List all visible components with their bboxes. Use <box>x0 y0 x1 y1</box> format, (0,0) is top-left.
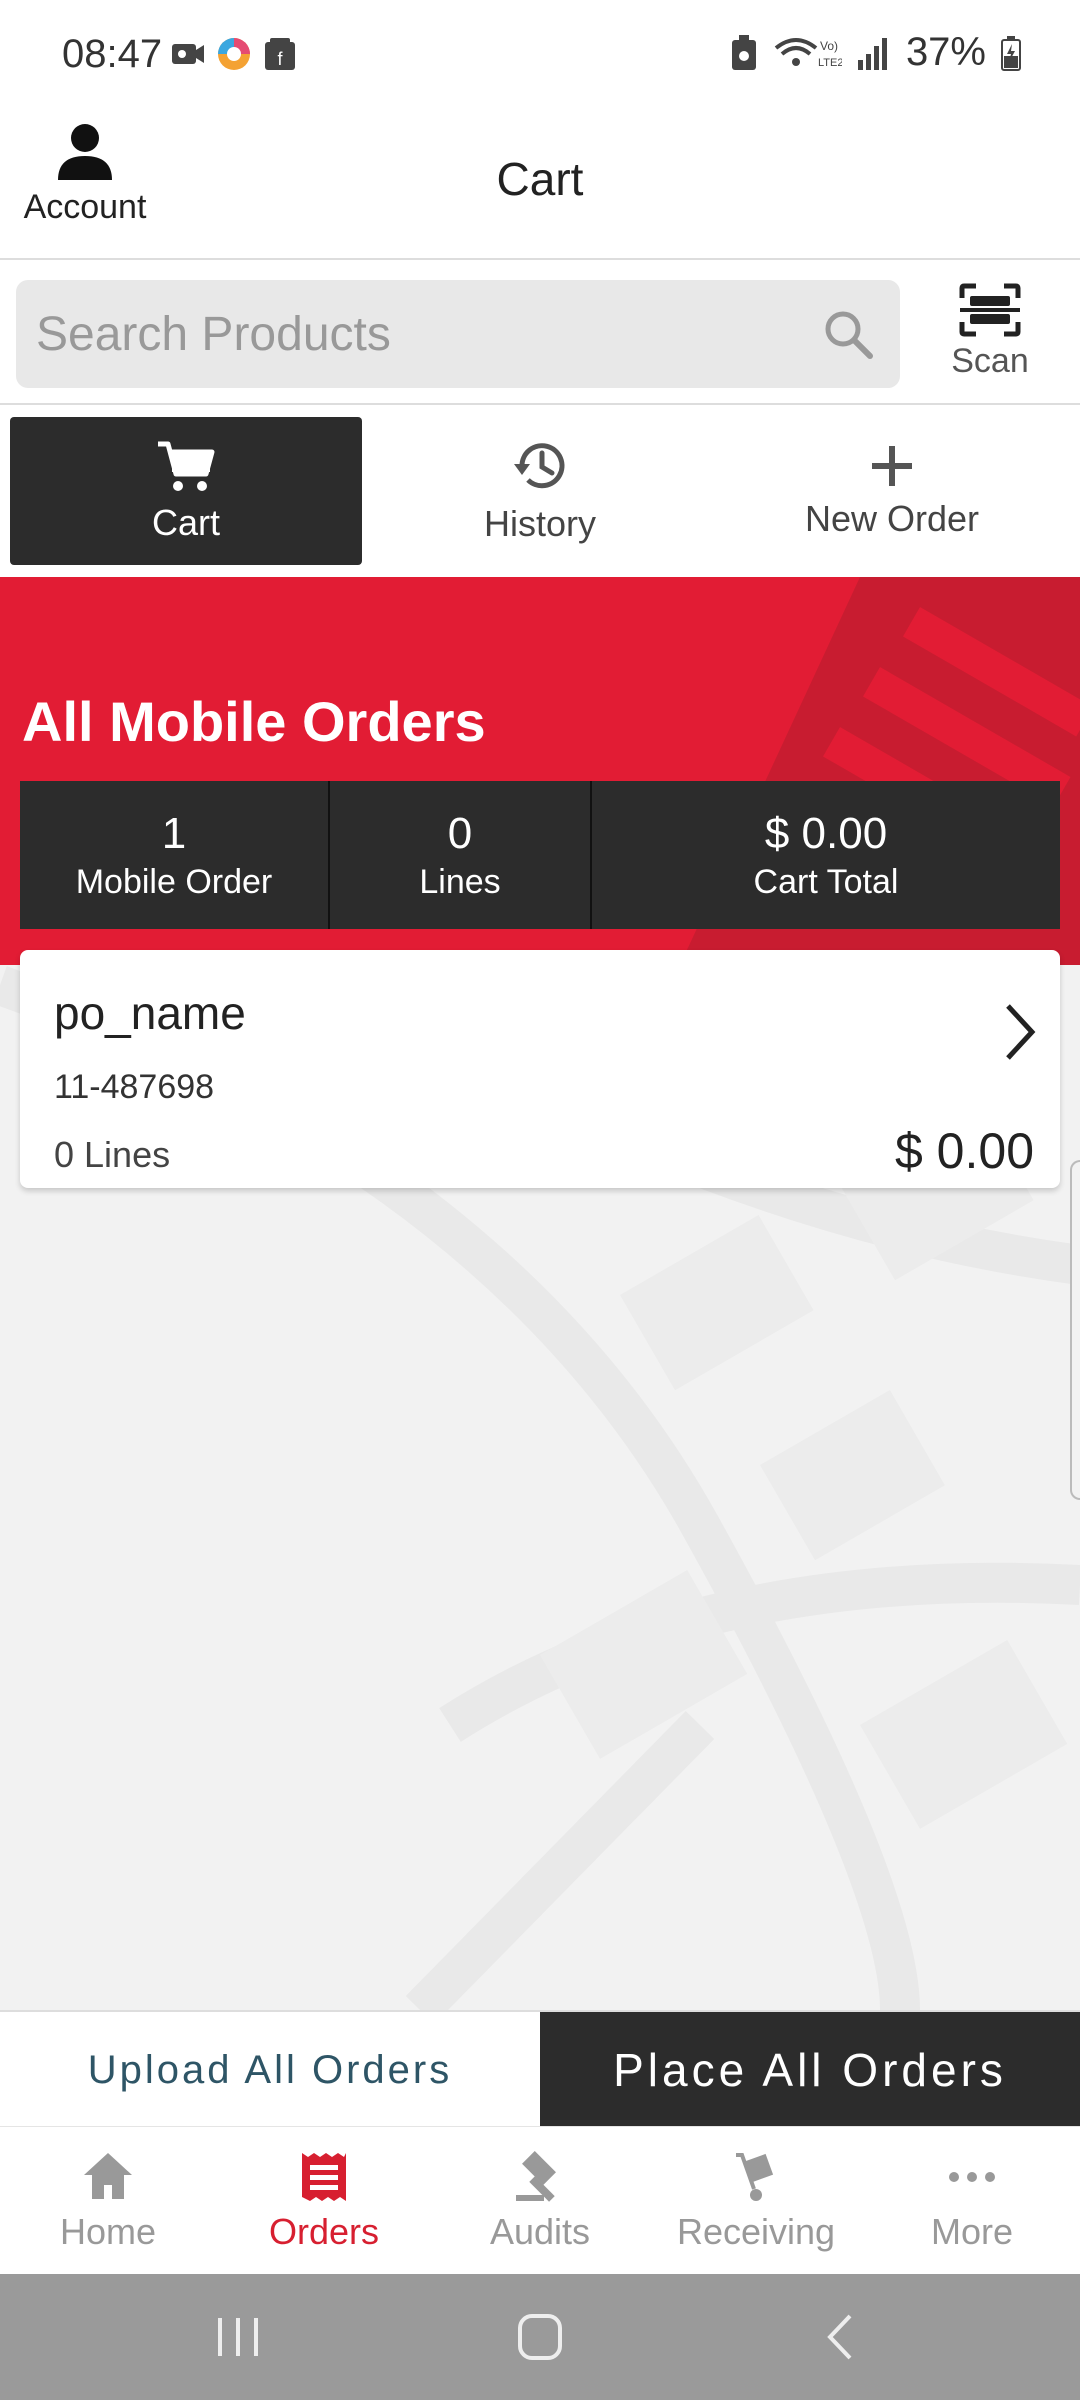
svg-text:LTE2: LTE2 <box>818 57 842 69</box>
svg-text:Vo): Vo) <box>820 39 838 53</box>
nav-receiving-label: Receiving <box>676 2211 836 2252</box>
home-icon <box>84 2153 132 2199</box>
stat-caption: Cart Total <box>753 862 899 901</box>
notification-icons: f <box>170 36 298 72</box>
tab-cart-label: Cart <box>151 502 220 543</box>
search-row: Scan <box>0 260 1080 405</box>
wifi-icon: Vo) LTE2 <box>774 37 842 69</box>
stat-mobile-orders: 1 Mobile Order <box>20 781 330 929</box>
stat-caption: Mobile Order <box>75 862 273 901</box>
gavel-icon <box>516 2151 556 2202</box>
signal-icon <box>857 37 887 70</box>
tabs-row: Cart History New Order <box>0 405 1080 577</box>
home-button-icon[interactable] <box>510 2312 570 2362</box>
battery-percent: 37% <box>905 30 986 74</box>
scan-label: Scan <box>951 342 1029 380</box>
tab-new-order-label: New Order <box>804 498 980 539</box>
tab-history-label: History <box>483 503 596 544</box>
action-bar: Upload All Orders Place All Orders <box>0 2010 1080 2128</box>
nav-receiving[interactable]: Receiving <box>648 2127 864 2275</box>
stat-caption: Lines <box>419 862 501 901</box>
more-dots-icon <box>949 2172 995 2182</box>
status-time: 08:47 <box>62 32 163 76</box>
order-name: po_name <box>54 987 246 1039</box>
chevron-right-icon[interactable] <box>1000 1000 1040 1064</box>
place-all-orders-button[interactable]: Place All Orders <box>540 2012 1080 2128</box>
banner-title: All Mobile Orders <box>22 690 486 753</box>
status-right: Vo) LTE2 37% <box>730 30 1022 75</box>
nav-home[interactable]: Home <box>0 2127 216 2275</box>
back-icon[interactable] <box>812 2312 872 2362</box>
cart-icon <box>158 441 215 491</box>
stat-lines: 0 Lines <box>330 781 592 929</box>
search-box <box>16 280 900 388</box>
nav-orders[interactable]: Orders <box>216 2127 432 2275</box>
scan-button[interactable]: Scan <box>930 282 1050 392</box>
system-nav-bar <box>0 2274 1080 2400</box>
recent-apps-icon[interactable] <box>208 2312 268 2362</box>
nav-more-label: More <box>930 2211 1014 2252</box>
order-total: $ 0.00 <box>894 1123 1034 1179</box>
tab-new-order[interactable]: New Order <box>716 417 1068 565</box>
barcode-scan-icon <box>959 283 1021 337</box>
nav-audits[interactable]: Audits <box>432 2127 648 2275</box>
history-icon <box>514 443 565 489</box>
stat-value: 0 <box>447 808 473 858</box>
hand-truck-icon <box>736 2153 774 2201</box>
bottom-nav: Home Orders Audits Receiving More <box>0 2126 1080 2274</box>
video-call-icon <box>172 44 204 64</box>
browser-app-icon <box>218 38 250 70</box>
nav-audits-label: Audits <box>489 2211 591 2252</box>
search-icon[interactable] <box>822 308 874 360</box>
order-lines: 0 Lines <box>54 1134 171 1175</box>
orders-banner: All Mobile Orders 1 Mobile Order 0 Lines… <box>0 577 1080 965</box>
stat-value: $ 0.00 <box>764 808 888 858</box>
app-store-icon: f <box>265 38 295 70</box>
nav-orders-label: Orders <box>268 2211 380 2252</box>
battery-icon <box>1001 35 1021 71</box>
plus-icon <box>872 446 912 486</box>
upload-all-orders-button[interactable]: Upload All Orders <box>0 2012 540 2128</box>
app-header: Account Cart <box>0 110 1080 260</box>
stat-cart-total: $ 0.00 Cart Total <box>592 781 1060 929</box>
stat-value: 1 <box>161 808 187 858</box>
nav-more[interactable]: More <box>864 2127 1080 2275</box>
orders-icon <box>302 2153 346 2201</box>
tab-history[interactable]: History <box>364 417 716 565</box>
nav-home-label: Home <box>59 2211 157 2252</box>
page-title: Cart <box>496 153 584 205</box>
stats-bar: 1 Mobile Order 0 Lines $ 0.00 Cart Total <box>20 781 1060 929</box>
status-bar: 08:47 f Vo) LTE2 37% <box>0 0 1080 110</box>
tab-cart[interactable]: Cart <box>10 417 362 565</box>
battery-saver-icon <box>731 34 756 70</box>
order-card[interactable]: po_name 11-487698 0 Lines $ 0.00 <box>20 950 1060 1188</box>
order-number: 11-487698 <box>54 1068 215 1106</box>
search-input[interactable] <box>36 280 816 388</box>
scroll-indicator[interactable] <box>1070 1160 1080 1500</box>
